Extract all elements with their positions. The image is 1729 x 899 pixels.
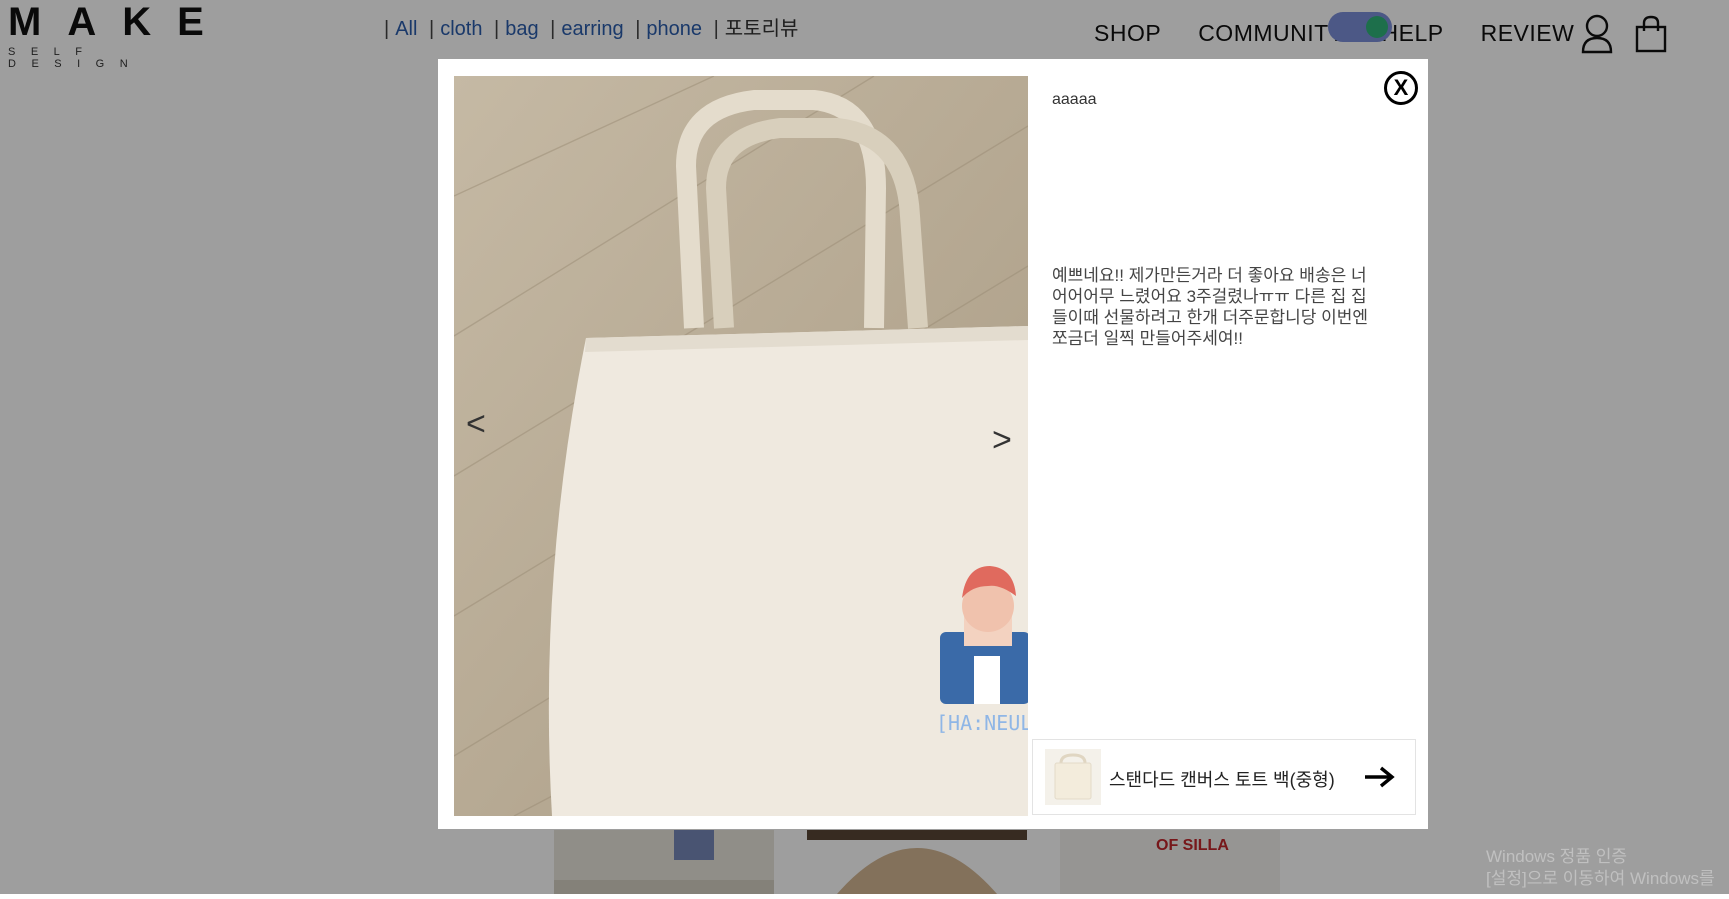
review-photo: [HA:NEUL] — [454, 76, 1028, 816]
review-text: 예쁘네요!! 제가만든거라 더 좋아요 배송은 너어어어무 느렸어요 3주걸렸나… — [1052, 266, 1369, 348]
reviewer-name: aaaaa — [1052, 91, 1097, 108]
photo-caption: [HA:NEUL] — [936, 711, 1028, 735]
product-link-card[interactable]: 스탠다드 캔버스 토트 백(중형) — [1032, 739, 1416, 815]
product-name: 스탠다드 캔버스 토트 백(중형) — [1109, 770, 1335, 790]
review-modal: [HA:NEUL] < > X aaaaa 예쁘네요!! 제가만든거라 더 좋아… — [438, 59, 1428, 829]
arrow-right-icon[interactable] — [1363, 762, 1395, 797]
prev-photo-button[interactable]: < — [466, 405, 486, 444]
next-photo-button[interactable]: > — [992, 421, 1012, 460]
windows-activation-watermark: Windows 정품 인증 [설정]으로 이동하여 Windows를 — [1486, 847, 1715, 888]
product-thumbnail — [1045, 749, 1101, 805]
close-modal-button[interactable]: X — [1384, 71, 1418, 105]
